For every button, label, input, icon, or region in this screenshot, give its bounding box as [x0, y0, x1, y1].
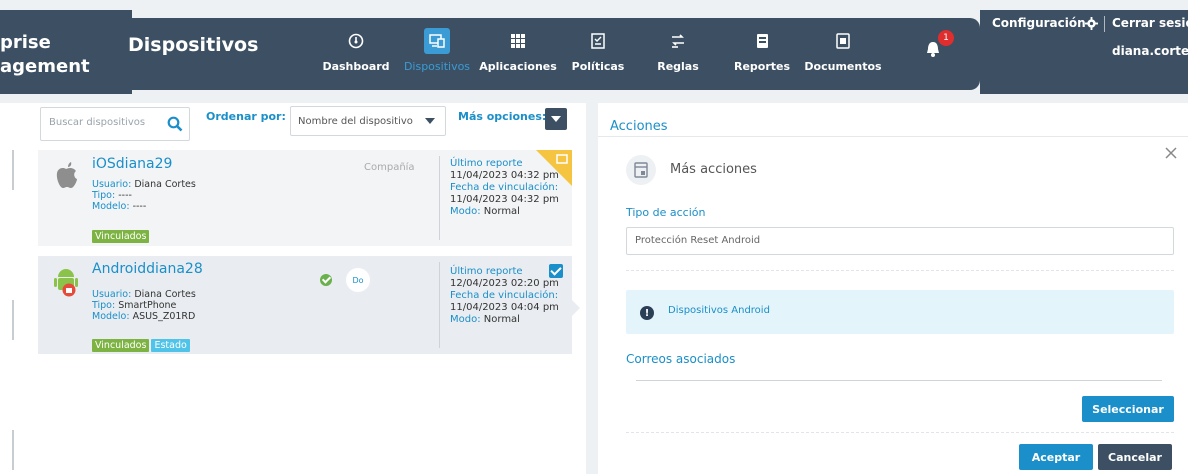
chevron-down-icon[interactable]: [425, 118, 435, 124]
device-tags: Vinculados: [92, 224, 151, 243]
device-tags: Vinculados Estado: [92, 333, 192, 352]
device-search-input[interactable]: [49, 117, 159, 128]
current-user-name: diana.cortes: [1112, 44, 1188, 58]
sort-label: Ordenar por:: [206, 110, 286, 123]
reports-icon: [752, 31, 772, 51]
nav-reportes[interactable]: Reportes: [734, 16, 790, 82]
header-separator: [1104, 16, 1105, 32]
more-options-button[interactable]: [545, 108, 567, 130]
dashboard-icon: [346, 31, 366, 51]
corner-flag-icon: [556, 154, 568, 164]
device-card-android[interactable]: Androiddiana28 Usuario: Diana Cortes Tip…: [38, 256, 572, 354]
cancel-button[interactable]: Cancelar: [1098, 444, 1172, 470]
page-title: Dispositivos: [128, 34, 259, 56]
left-panel-edge: [12, 300, 14, 340]
device-select-checkbox[interactable]: [549, 264, 563, 278]
close-icon[interactable]: [1164, 146, 1178, 160]
device-meta: Usuario: Diana Cortes Tipo: SmartPhone M…: [92, 289, 196, 322]
associated-emails-label: Correos asociados: [626, 352, 736, 366]
device-card-ios[interactable]: iOSdiana29 Usuario: Diana Cortes Tipo: -…: [38, 150, 572, 246]
info-icon: !: [640, 306, 654, 320]
action-type-label: Tipo de acción: [626, 206, 706, 219]
nav-politicas[interactable]: Políticas: [570, 16, 626, 82]
accept-button[interactable]: Aceptar: [1019, 444, 1093, 470]
device-meta: Usuario: Diana Cortes Tipo: ---- Modelo:…: [92, 179, 196, 212]
actions-title: Acciones: [610, 119, 668, 134]
sort-select[interactable]: Nombre del dispositivo: [290, 106, 446, 136]
nav-aplicaciones[interactable]: Aplicaciones: [479, 16, 557, 82]
gear-icon[interactable]: [1085, 17, 1098, 30]
more-actions-title: Más acciones: [670, 162, 757, 177]
device-name[interactable]: iOSdiana29: [92, 156, 172, 172]
settings-link[interactable]: Configuración: [992, 16, 1086, 30]
device-search-box: [40, 107, 190, 141]
divider: [439, 156, 440, 240]
top-header: prise agement Dispositivos Dashboard Dis…: [0, 0, 1188, 103]
info-text: Dispositivos Android: [668, 305, 770, 316]
logout-link[interactable]: Cerrar sesión: [1112, 16, 1188, 30]
status-badge: Vinculados: [92, 230, 150, 243]
documents-icon: [833, 31, 853, 51]
nav-dispositivos[interactable]: Dispositivos: [398, 16, 476, 82]
selection-pointer: [572, 300, 580, 316]
report-info: Último reporte 12/04/2023 02:20 pm Fecha…: [450, 266, 559, 325]
brand-bar: prise agement: [0, 10, 116, 94]
divider: [439, 262, 440, 348]
select-button[interactable]: Seleccionar: [1082, 396, 1174, 422]
apps-grid-icon: [508, 31, 528, 51]
divider: [626, 270, 1174, 271]
brand-name-line2: agement: [0, 56, 90, 77]
left-panel-edge: [12, 430, 14, 470]
policies-icon: [588, 31, 608, 51]
nav-documentos[interactable]: Documentos: [804, 16, 882, 82]
apple-icon: [56, 162, 77, 188]
nav-reglas[interactable]: Reglas: [654, 16, 702, 82]
notification-count-badge: 1: [938, 30, 954, 46]
divider: [626, 432, 1174, 433]
associated-emails-field[interactable]: [636, 380, 1162, 381]
more-actions-icon: [626, 155, 656, 185]
status-badge: Vinculados: [92, 339, 150, 352]
rules-icon: [668, 31, 688, 51]
check-circle-icon: [320, 274, 332, 286]
device-name[interactable]: Androiddiana28: [92, 261, 203, 277]
do-badge: Do: [346, 268, 370, 292]
action-type-field[interactable]: Protección Reset Android: [626, 227, 1174, 255]
brand-name-line1: prise: [0, 32, 51, 53]
panel-gap: [586, 103, 598, 474]
android-icon: [54, 269, 78, 297]
devices-icon: [424, 28, 450, 54]
status-badge: Estado: [151, 339, 190, 352]
ownership-label: Compañía: [364, 162, 415, 173]
nav-dashboard[interactable]: Dashboard: [322, 16, 390, 82]
more-options-label: Más opciones:: [458, 110, 547, 123]
left-panel-edge: [12, 150, 14, 190]
search-icon[interactable]: [167, 116, 183, 132]
